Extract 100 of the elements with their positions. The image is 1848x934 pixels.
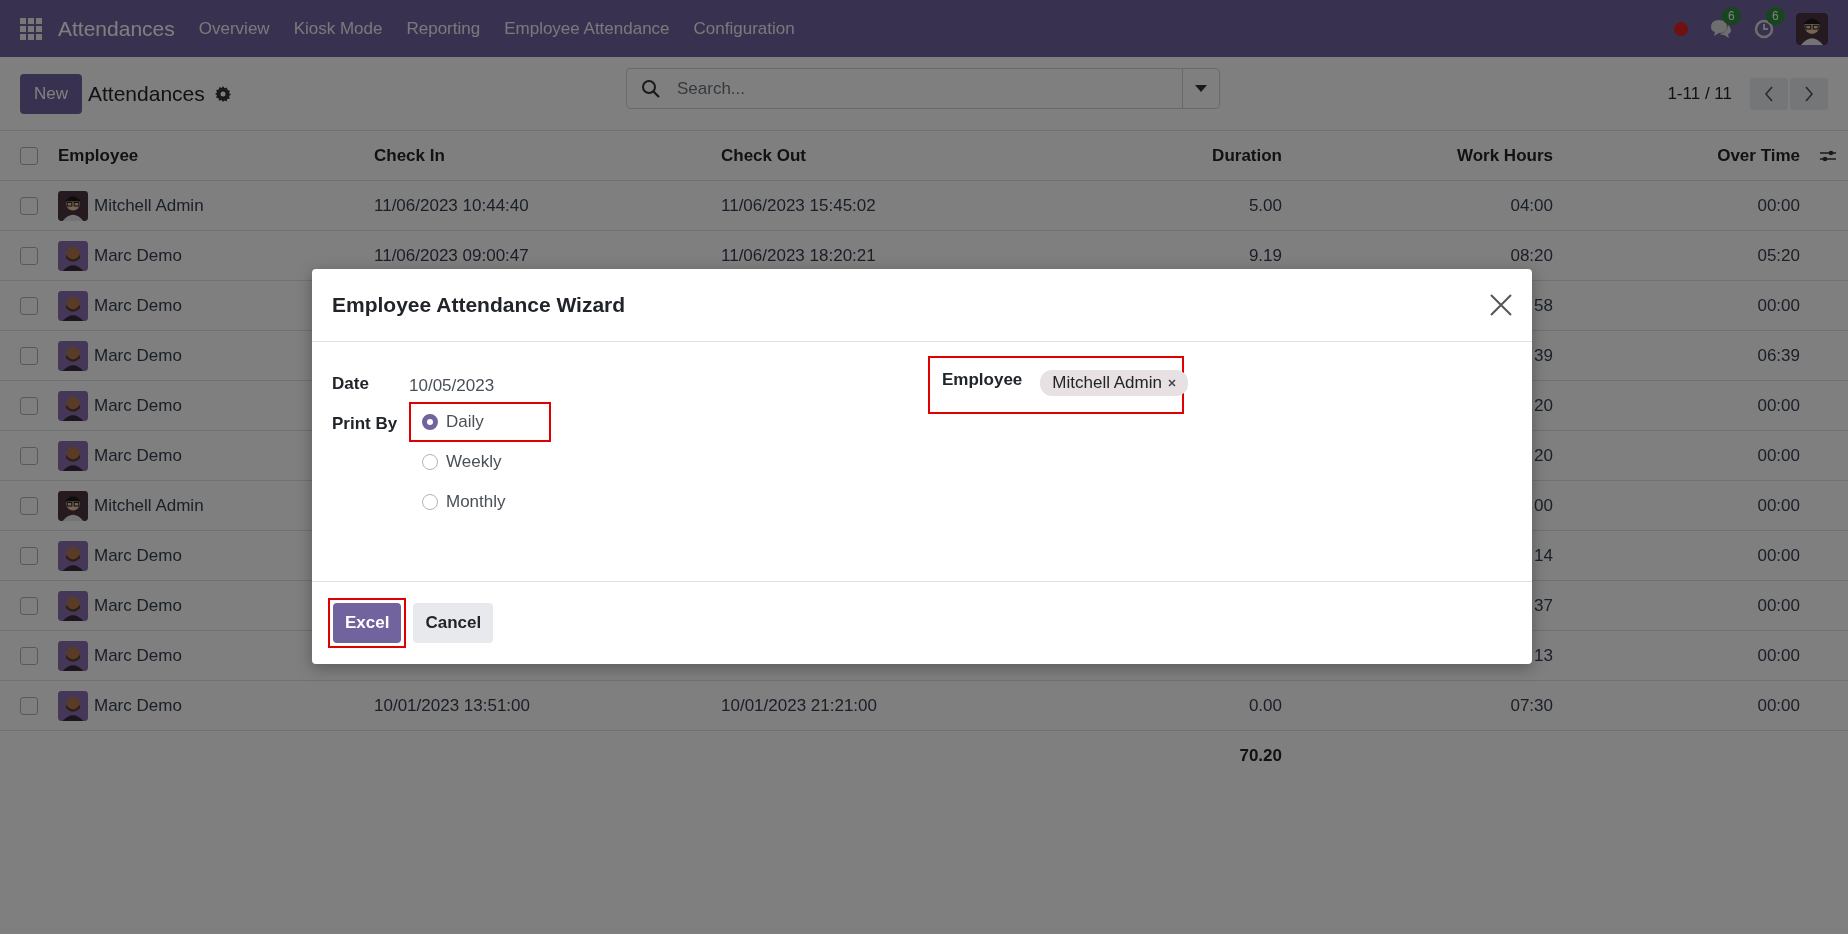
chevron-left-icon <box>1764 85 1774 102</box>
table-cell: 20 <box>1534 395 1553 416</box>
employee-avatar <box>58 690 88 721</box>
status-dot[interactable] <box>1674 21 1688 36</box>
column-header[interactable]: Over Time <box>1717 145 1800 166</box>
table-cell: 11/06/2023 10:44:40 <box>374 195 529 216</box>
table-cell: Marc Demo <box>94 295 182 316</box>
next-page-button[interactable] <box>1790 77 1828 110</box>
table-cell: 58 <box>1534 295 1553 316</box>
excel-button[interactable]: Excel <box>333 603 402 643</box>
column-header[interactable]: Check In <box>374 145 445 166</box>
app-name[interactable]: Attendances <box>58 16 175 41</box>
radio-option[interactable]: Daily <box>416 411 544 433</box>
employee-avatar <box>58 340 88 371</box>
table-cell: Mitchell Admin <box>94 195 204 216</box>
menu-item[interactable]: Configuration <box>693 18 795 39</box>
column-header[interactable]: Work Hours <box>1456 145 1553 166</box>
menu-item[interactable]: Reporting <box>406 18 481 39</box>
row-checkbox[interactable] <box>20 246 38 265</box>
search-field[interactable]: Search... <box>675 77 1182 100</box>
search-icon <box>641 78 661 99</box>
previous-page-button[interactable] <box>1750 77 1788 110</box>
dialog-title: Employee Attendance Wizard <box>332 293 626 317</box>
row-checkbox[interactable] <box>20 646 38 665</box>
table-cell: Marc Demo <box>94 695 182 716</box>
remove-icon[interactable] <box>1167 379 1176 387</box>
chevron-right-icon <box>1804 85 1814 102</box>
table-cell: 00:00 <box>1757 545 1800 566</box>
table-cell: Marc Demo <box>94 395 182 416</box>
row-checkbox[interactable] <box>20 346 38 365</box>
clock-icon[interactable] <box>1754 18 1774 39</box>
field-label: Employee <box>942 370 1023 390</box>
employee-avatar <box>58 590 88 621</box>
column-settings-icon[interactable] <box>1820 148 1836 163</box>
table-cell: 00:00 <box>1757 645 1800 666</box>
menu-item[interactable]: Kiosk Mode <box>293 18 383 39</box>
table-cell: 5.00 <box>1248 195 1282 216</box>
new-button[interactable]: New <box>20 73 82 114</box>
employee-avatar <box>58 490 88 521</box>
radio-option[interactable]: Weekly <box>416 451 562 473</box>
employee-tag[interactable]: Mitchell Admin <box>1040 370 1188 396</box>
settings-icon[interactable] <box>214 85 231 102</box>
page-title: Attendances <box>88 81 205 106</box>
employee-avatar <box>58 190 88 221</box>
table-cell: 13 <box>1534 645 1553 666</box>
table-cell: 08:20 <box>1510 245 1553 266</box>
employee-avatar <box>58 240 88 271</box>
chat-icon[interactable] <box>1710 18 1732 39</box>
table-cell: 00:00 <box>1757 295 1800 316</box>
duration-total: 70.20 <box>1239 746 1282 766</box>
employee-avatar <box>58 440 88 471</box>
employee-avatar <box>58 290 88 321</box>
table-cell: 37 <box>1534 595 1553 616</box>
close-icon[interactable] <box>1490 294 1512 316</box>
row-checkbox[interactable] <box>20 396 38 415</box>
table-cell: 00:00 <box>1757 445 1800 466</box>
table-cell: 20 <box>1534 445 1553 466</box>
table-cell: 00:00 <box>1757 395 1800 416</box>
apps-menu-icon[interactable] <box>20 17 42 40</box>
row-checkbox[interactable] <box>20 496 38 515</box>
table-cell: 05:20 <box>1757 245 1800 266</box>
table-cell: 10/01/2023 21:21:00 <box>721 695 877 716</box>
table-cell: 9.19 <box>1248 245 1282 266</box>
row-checkbox[interactable] <box>20 446 38 465</box>
row-checkbox[interactable] <box>20 596 38 615</box>
pager-value[interactable]: 1-11 / 11 <box>1667 83 1732 104</box>
employee-avatar <box>58 640 88 671</box>
table-cell: 11/06/2023 15:45:02 <box>721 195 876 216</box>
activity-count-badge: 6 <box>1766 6 1785 25</box>
table-cell: Marc Demo <box>94 545 182 566</box>
menu-item[interactable]: Overview <box>198 18 270 39</box>
select-all-checkbox[interactable] <box>20 146 38 165</box>
table-cell: Mitchell Admin <box>94 495 204 516</box>
table-cell: Marc Demo <box>94 645 182 666</box>
employee-avatar <box>58 540 88 571</box>
table-cell: 11/06/2023 18:20:21 <box>721 245 876 266</box>
table-cell: Marc Demo <box>94 245 182 266</box>
user-avatar[interactable] <box>1796 12 1828 45</box>
table-cell: Marc Demo <box>94 595 182 616</box>
table-cell: 11/06/2023 09:00:47 <box>374 245 529 266</box>
table-cell: 00:00 <box>1757 695 1800 716</box>
radio-option[interactable]: Monthly <box>416 491 566 513</box>
row-checkbox[interactable] <box>20 696 38 715</box>
table-cell: 00 <box>1534 495 1553 516</box>
row-checkbox[interactable] <box>20 196 38 215</box>
row-checkbox[interactable] <box>20 296 38 315</box>
column-header[interactable]: Duration <box>1212 145 1282 166</box>
date-field[interactable]: 10/05/2023 <box>409 356 928 396</box>
column-header[interactable]: Check Out <box>721 145 807 166</box>
table-cell: 04:00 <box>1510 195 1553 216</box>
field-label: Print By <box>332 413 399 435</box>
table-cell: 07:30 <box>1510 695 1553 716</box>
table-cell: Marc Demo <box>94 445 182 466</box>
table-cell: 06:39 <box>1757 345 1800 366</box>
search-bar[interactable]: Search... <box>626 68 1220 109</box>
row-checkbox[interactable] <box>20 546 38 565</box>
menu-item[interactable]: Employee Attendance <box>504 18 670 39</box>
cancel-button[interactable]: Cancel <box>413 603 494 643</box>
caret-icon[interactable] <box>1195 85 1207 92</box>
column-header[interactable]: Employee <box>58 145 139 166</box>
